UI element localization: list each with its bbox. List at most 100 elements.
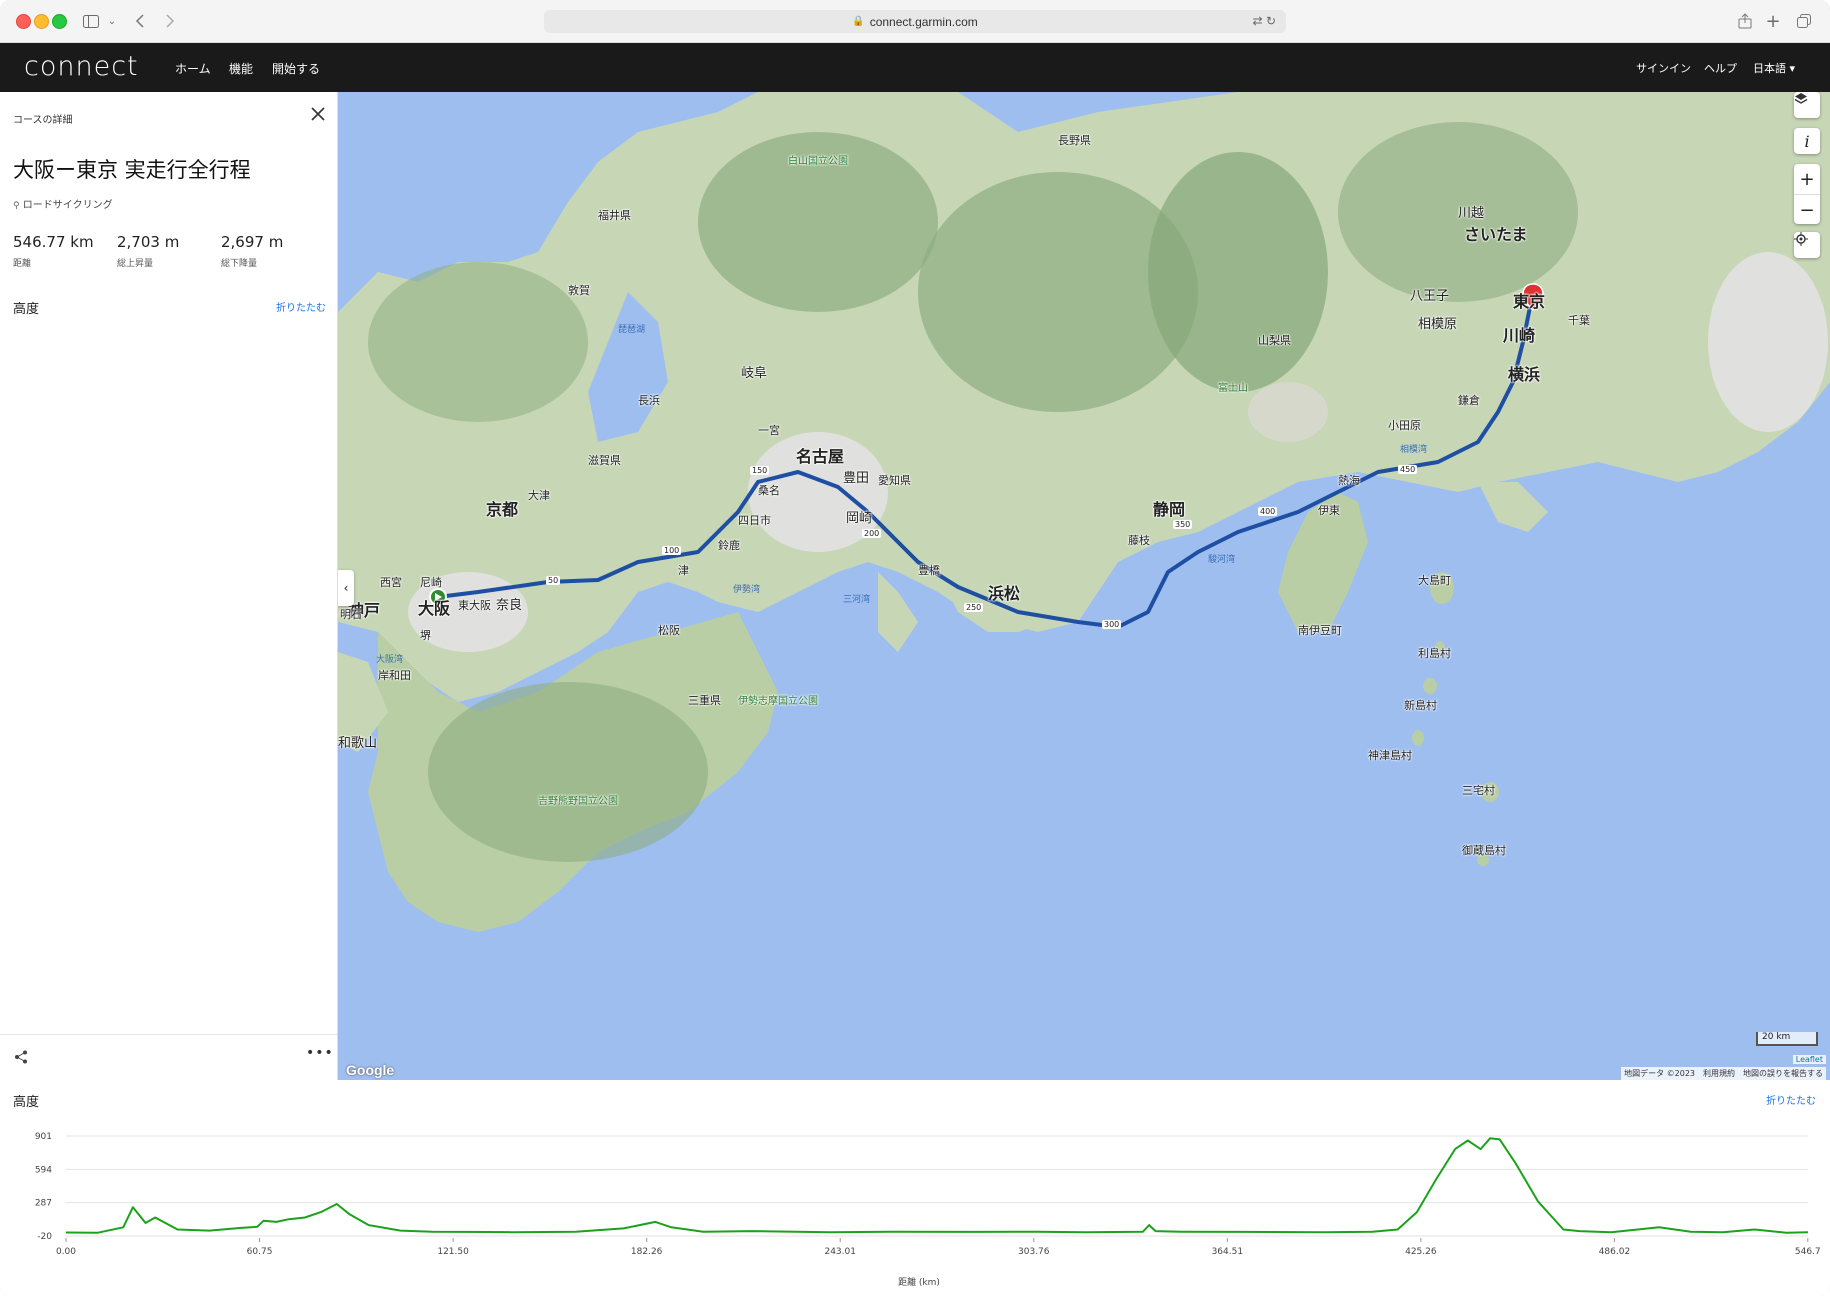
route-marker: 350 xyxy=(1173,520,1193,529)
map-label-tsu: 津 xyxy=(678,564,689,577)
route-marker: 300 xyxy=(1102,620,1122,629)
map-label-kamakura: 鎌倉 xyxy=(1458,394,1480,407)
reload-icon[interactable]: ↻ xyxy=(1266,14,1276,28)
map-label-fukui: 福井県 xyxy=(598,209,631,222)
help-link[interactable]: ヘルプ xyxy=(1704,60,1737,76)
map-terrain xyxy=(338,92,1830,932)
x-tick-label: 425.26 xyxy=(1405,1247,1437,1257)
leaflet-link[interactable]: Leaflet xyxy=(1792,1055,1826,1064)
y-tick-label: 901 xyxy=(35,1132,52,1142)
sign-in-link[interactable]: サインイン xyxy=(1636,60,1691,76)
elevation-series-line xyxy=(65,1137,1809,1234)
map-label-toyohashi: 豊橋 xyxy=(918,564,940,577)
browser-titlebar: ⌄ 🔒 connect.garmin.com ⇄ ↻ + xyxy=(0,0,1830,43)
x-tick-label: 546.7 xyxy=(1795,1247,1821,1257)
share-icon[interactable] xyxy=(1736,10,1754,32)
route-marker: 250 xyxy=(964,603,984,612)
map-label-yoshino: 吉野熊野国立公園 xyxy=(538,796,618,807)
map-label-osaka-bay: 大阪湾 xyxy=(376,655,404,665)
course-details-panel: コースの詳細 大阪ー東京 実走行全行程 ⚲ ロードサイクリング 546.77 k… xyxy=(0,92,338,1080)
sidebar-icon[interactable] xyxy=(80,10,102,32)
zoom-controls: + − xyxy=(1794,164,1820,224)
x-tick-label: 60.75 xyxy=(247,1247,273,1257)
layers-icon[interactable] xyxy=(1794,92,1820,118)
map-label-oshima: 大島町 xyxy=(1418,574,1451,587)
map-label-fujieda: 藤枝 xyxy=(1128,534,1150,547)
browser-window: ⌄ 🔒 connect.garmin.com ⇄ ↻ + connect ホーム… xyxy=(0,0,1830,1296)
y-tick-label: 287 xyxy=(35,1199,52,1209)
back-icon[interactable] xyxy=(132,10,148,32)
map-label-osaka: 大阪 xyxy=(418,599,451,618)
elevation-profile: 高度 折りたたむ 901 594 287 -20 0.00 60.75 121.50 182.… xyxy=(0,1080,1830,1296)
map-label-yokkaichi: 四日市 xyxy=(738,514,771,527)
map-label-fuji: 富士山 xyxy=(1218,383,1248,394)
map-label-hamamatsu: 浜松 xyxy=(988,584,1021,603)
map-label-mikura: 御蔵島村 xyxy=(1462,844,1506,857)
route-marker: 200 xyxy=(862,529,882,538)
activity-type: ⚲ ロードサイクリング xyxy=(13,196,113,211)
y-tick-label: -20 xyxy=(37,1232,52,1242)
x-tick-label: 182.26 xyxy=(631,1247,663,1257)
url-text: connect.garmin.com xyxy=(869,14,978,29)
more-options-icon[interactable]: ••• xyxy=(306,1045,334,1061)
map-label-nishinomiya: 西宮 xyxy=(380,576,402,589)
activity-type-label: ロードサイクリング xyxy=(22,200,113,211)
distance-label: 距離 xyxy=(13,259,32,269)
language-select[interactable]: 日本語 ▾ xyxy=(1753,60,1795,76)
chevron-left-icon[interactable]: ‹ xyxy=(338,570,354,606)
map-label-matsusaka: 松阪 xyxy=(658,624,680,637)
descent-value: 2,697 m xyxy=(221,233,284,251)
x-tick-label: 243.01 xyxy=(824,1247,856,1257)
map-label-izu: 伊東 xyxy=(1318,504,1340,517)
x-tick-label: 121.50 xyxy=(437,1247,469,1257)
map-label-ise-bay: 伊勢湾 xyxy=(733,585,761,595)
map-label-toshima: 利島村 xyxy=(1418,647,1451,660)
locate-icon[interactable] xyxy=(1794,232,1820,258)
map-label-kawasaki: 川崎 xyxy=(1503,326,1536,345)
route-map[interactable]: 名古屋 京都 大阪 神戸 浜松 静岡 東京 横浜 川崎 さいたま 岐阜 奈良 豊… xyxy=(338,92,1830,1080)
map-label-biwa: 琵琶湖 xyxy=(618,325,646,335)
y-tick-label: 594 xyxy=(35,1165,52,1175)
map-label-otsu: 大津 xyxy=(528,489,550,502)
map-label-shizuoka: 静岡 xyxy=(1153,500,1186,519)
site-header: connect ホーム 機能 開始する サインイン ヘルプ 日本語 ▾ xyxy=(0,43,1830,92)
map-label-suzuka: 鈴鹿 xyxy=(718,539,740,552)
distance-value: 546.77 km xyxy=(13,233,94,251)
map-label-odawara: 小田原 xyxy=(1388,419,1421,432)
x-tick-label: 303.76 xyxy=(1018,1247,1050,1257)
map-label-chiba: 千葉 xyxy=(1568,314,1590,327)
map-label-suruga-bay: 駿河湾 xyxy=(1208,555,1236,565)
translate-icon[interactable]: ⇄ xyxy=(1253,14,1263,28)
map-scale: 20 km xyxy=(1756,1032,1818,1046)
nav-home-link[interactable]: ホーム xyxy=(175,60,211,77)
map-label-mie: 三重県 xyxy=(688,694,721,707)
connect-logo[interactable]: connect xyxy=(24,51,139,82)
close-icon[interactable] xyxy=(306,102,330,126)
zoom-out-icon[interactable]: − xyxy=(1794,194,1820,225)
elevation-chart[interactable]: 901 594 287 -20 0.00 60.75 121.50 182.26 243.01 3… xyxy=(0,1080,1830,1296)
map-label-ichinomiya: 一宮 xyxy=(758,424,780,437)
x-tick-label: 486.02 xyxy=(1599,1247,1631,1257)
map-label-nagahama: 長浜 xyxy=(638,394,660,407)
map-label-yamanashi: 山梨県 xyxy=(1258,334,1291,347)
new-tab-icon[interactable]: + xyxy=(1764,10,1782,32)
tabs-icon[interactable] xyxy=(1795,10,1813,32)
map-label-kishiwada: 岸和田 xyxy=(378,669,411,682)
maximize-window-button[interactable] xyxy=(52,14,67,29)
chevron-down-icon[interactable]: ⌄ xyxy=(106,10,118,32)
share-icon[interactable] xyxy=(14,1049,30,1065)
close-window-button[interactable] xyxy=(16,14,31,29)
collapse-link[interactable]: 折りたたむ xyxy=(276,299,326,314)
forward-icon[interactable] xyxy=(162,10,178,32)
info-icon[interactable]: i xyxy=(1794,128,1820,154)
zoom-in-icon[interactable]: + xyxy=(1794,164,1820,194)
route-marker: 400 xyxy=(1258,507,1278,516)
minimize-window-button[interactable] xyxy=(34,14,49,29)
map-label-aichi: 愛知県 xyxy=(878,474,911,487)
nav-features-link[interactable]: 機能 xyxy=(229,60,253,77)
route-marker: 100 xyxy=(662,546,682,555)
nav-get-started-link[interactable]: 開始する xyxy=(272,60,320,77)
address-bar[interactable]: 🔒 connect.garmin.com ⇄ ↻ xyxy=(544,10,1286,33)
google-logo: Google xyxy=(346,1062,395,1078)
map-attribution[interactable]: 地図データ ©2023 利用規約 地図の誤りを報告する xyxy=(1621,1067,1826,1080)
